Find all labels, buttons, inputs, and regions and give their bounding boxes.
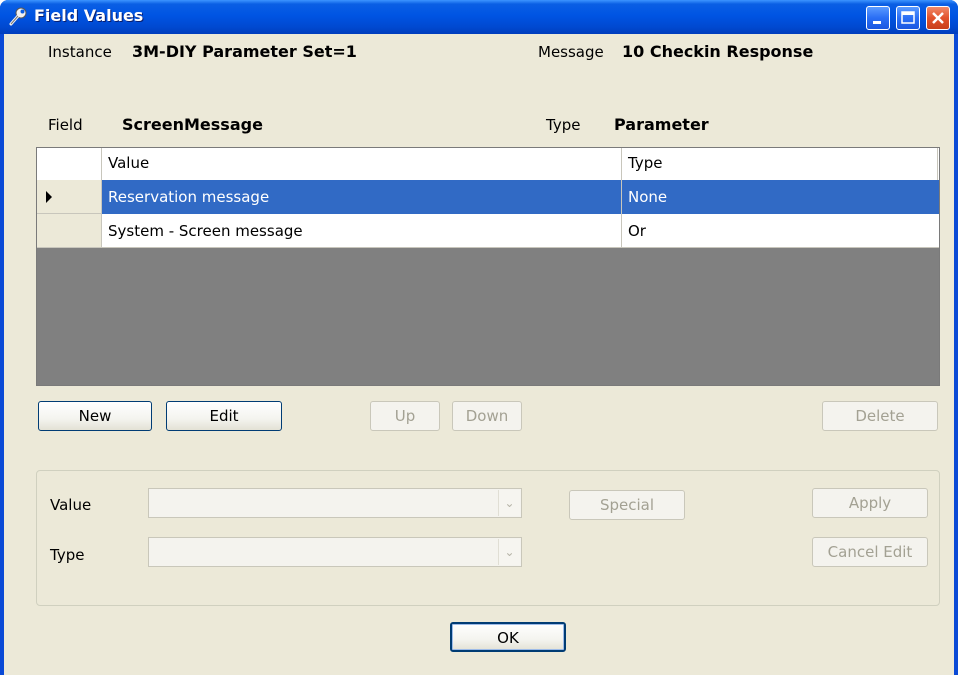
row-header[interactable] (37, 180, 102, 214)
message-label: Message (538, 43, 604, 61)
table-row[interactable]: System - Screen message Or (37, 214, 939, 248)
up-button[interactable]: Up (370, 401, 440, 431)
close-icon (932, 12, 944, 24)
instance-value: 3M-DIY Parameter Set=1 (132, 42, 357, 61)
type-field-label: Type (50, 546, 85, 564)
table-row[interactable]: Reservation message None (37, 180, 939, 214)
field-value: ScreenMessage (122, 115, 263, 134)
row-header[interactable] (37, 214, 102, 248)
grid-header: Value Type (37, 148, 939, 180)
ok-button[interactable]: OK (450, 622, 566, 652)
title-bar[interactable]: Field Values (0, 0, 958, 34)
maximize-button[interactable] (896, 6, 920, 30)
window-title: Field Values (34, 6, 144, 25)
instance-label: Instance (48, 43, 112, 61)
field-values-window: Field Values Instance 3M-DIY Parameter S… (0, 0, 958, 675)
maximize-icon (901, 11, 915, 24)
type-label: Type (546, 116, 581, 134)
message-value: 10 Checkin Response (622, 42, 814, 61)
value-dropdown[interactable]: ⌄ (148, 488, 522, 518)
apply-button[interactable]: Apply (812, 488, 928, 518)
row-pointer-icon (46, 191, 52, 203)
cell-type[interactable]: None (622, 180, 939, 214)
dialog-body: Instance 3M-DIY Parameter Set=1 Message … (4, 34, 954, 675)
field-label: Field (48, 116, 83, 134)
chevron-down-icon[interactable]: ⌄ (498, 490, 520, 516)
new-button[interactable]: New (38, 401, 152, 431)
delete-button[interactable]: Delete (822, 401, 938, 431)
column-header-type[interactable]: Type (622, 148, 938, 180)
row-header-corner (37, 148, 102, 180)
cancel-edit-button[interactable]: Cancel Edit (812, 537, 928, 567)
field-values-grid[interactable]: Value Type Reservation message None Syst… (36, 147, 940, 386)
down-button[interactable]: Down (452, 401, 522, 431)
special-button[interactable]: Special (569, 490, 685, 520)
wrench-icon (8, 7, 28, 27)
minimize-icon (873, 21, 881, 24)
cell-value[interactable]: Reservation message (102, 180, 622, 214)
column-header-value[interactable]: Value (102, 148, 622, 180)
cell-value[interactable]: System - Screen message (102, 214, 622, 248)
minimize-button[interactable] (866, 6, 890, 30)
type-value: Parameter (614, 115, 709, 134)
edit-button[interactable]: Edit (166, 401, 282, 431)
cell-type[interactable]: Or (622, 214, 939, 248)
value-label: Value (50, 496, 92, 514)
close-button[interactable] (926, 6, 950, 30)
type-dropdown[interactable]: ⌄ (148, 537, 522, 567)
chevron-down-icon[interactable]: ⌄ (498, 539, 520, 565)
